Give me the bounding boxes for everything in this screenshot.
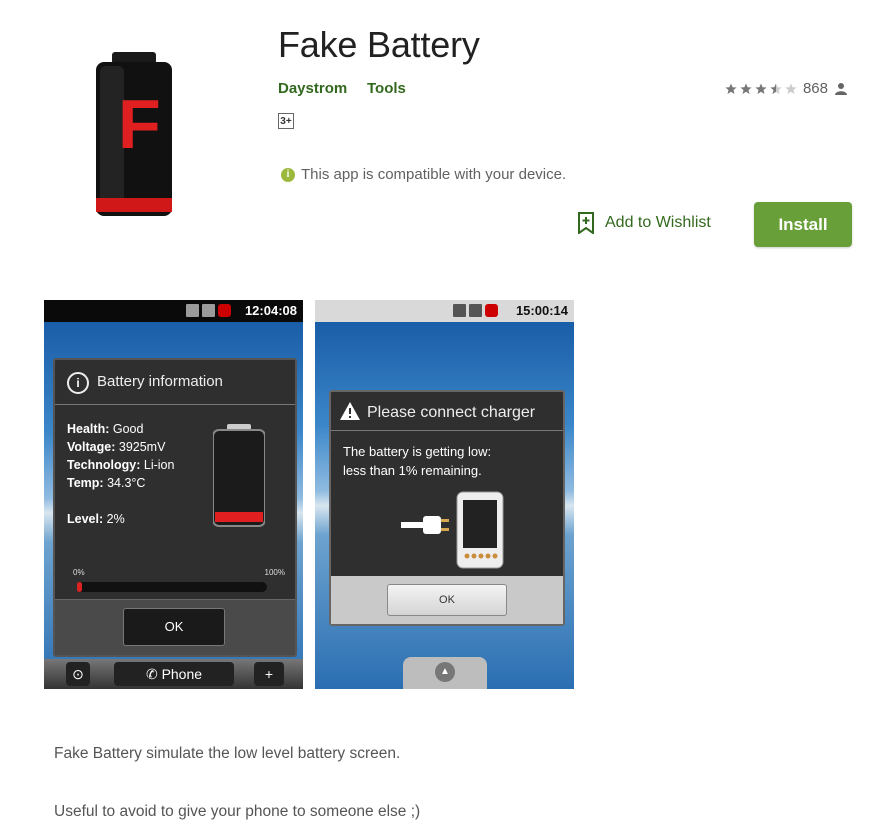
dialog-title: Please connect charger [367, 404, 536, 421]
screenshot-connect-charger[interactable]: 15:00:14 Please connect charger The batt… [315, 300, 574, 689]
signal-icon [469, 304, 482, 317]
battery-details: Health: Good Voltage: 3925mV Technology:… [67, 422, 175, 490]
dialog-footer: OK [55, 599, 295, 655]
install-button[interactable]: Install [754, 202, 852, 247]
add-button[interactable]: + [254, 662, 284, 686]
status-bar: 12:04:08 [44, 300, 303, 322]
add-to-wishlist-button[interactable]: Add to Wishlist [577, 212, 711, 234]
compatibility-text: This app is compatible with your device. [301, 166, 567, 183]
battery-progress-bar [77, 582, 267, 592]
dialog-title: Battery information [97, 373, 223, 390]
wishlist-label: Add to Wishlist [605, 214, 711, 231]
dialog-message: The battery is getting low: less than 1%… [343, 444, 492, 478]
star-full-icon [740, 83, 752, 94]
launcher-handle[interactable]: ▲ [403, 657, 487, 689]
battery-info-dialog: i Battery information Health: Good Volta… [53, 358, 297, 657]
phone-button[interactable]: ✆ Phone [114, 662, 234, 686]
screenshot-battery-info[interactable]: 12:04:08 i Battery information Health: G… [44, 300, 303, 689]
description-paragraph: Fake Battery simulate the low level batt… [54, 745, 401, 762]
battery-graphic [213, 424, 265, 527]
status-bar: 15:00:14 [315, 300, 574, 322]
app-title: Fake Battery [278, 24, 480, 65]
ok-button[interactable]: OK [387, 584, 507, 616]
star-half-icon [770, 83, 782, 94]
person-icon [835, 82, 847, 95]
bar-max-label: 100% [264, 568, 285, 577]
battery-progress-fill [77, 582, 82, 592]
charger-dialog: Please connect charger The battery is ge… [329, 390, 565, 626]
status-time: 15:00:14 [515, 303, 568, 318]
description-paragraph: Useful to avoid to give your phone to so… [54, 803, 421, 820]
info-circle-icon: i [67, 372, 89, 394]
status-icons [453, 304, 498, 317]
dialog-footer: OK [331, 576, 563, 624]
battery-empty-icon [485, 304, 498, 317]
dock-bar: ⊙ ✆ Phone + [44, 659, 303, 689]
home-arrow-icon: ▲ [435, 662, 455, 682]
star-full-icon [755, 83, 767, 94]
plug-phone-icon [401, 491, 504, 569]
developer-link[interactable]: Daystrom [278, 80, 347, 97]
rating-stars [725, 83, 797, 95]
ok-button[interactable]: OK [123, 608, 225, 646]
app-icon: F [96, 52, 172, 216]
divider [331, 430, 563, 431]
star-full-icon [725, 83, 737, 94]
divider [55, 404, 295, 405]
bar-min-label: 0% [73, 568, 85, 577]
signal-icon [202, 304, 215, 317]
battery-empty-icon [218, 304, 231, 317]
network-3g-icon [453, 304, 466, 317]
compatibility-notice: i This app is compatible with your devic… [281, 166, 566, 183]
app-icon-letter: F [118, 85, 161, 163]
network-3g-icon [186, 304, 199, 317]
category-link[interactable]: Tools [367, 80, 406, 97]
rating-count: 868 [802, 80, 828, 97]
status-icons [186, 304, 231, 317]
status-time: 12:04:08 [244, 303, 297, 318]
star-empty-icon [785, 83, 797, 94]
home-arrow-icon[interactable]: ⊙ [66, 662, 90, 686]
bookmark-add-icon [578, 212, 594, 234]
warning-icon [340, 402, 360, 420]
info-icon: i [281, 167, 295, 182]
content-rating-badge: 3+ [278, 113, 294, 129]
rating-summary: 868 [725, 80, 848, 97]
battery-level: Level: 2% [67, 512, 125, 526]
